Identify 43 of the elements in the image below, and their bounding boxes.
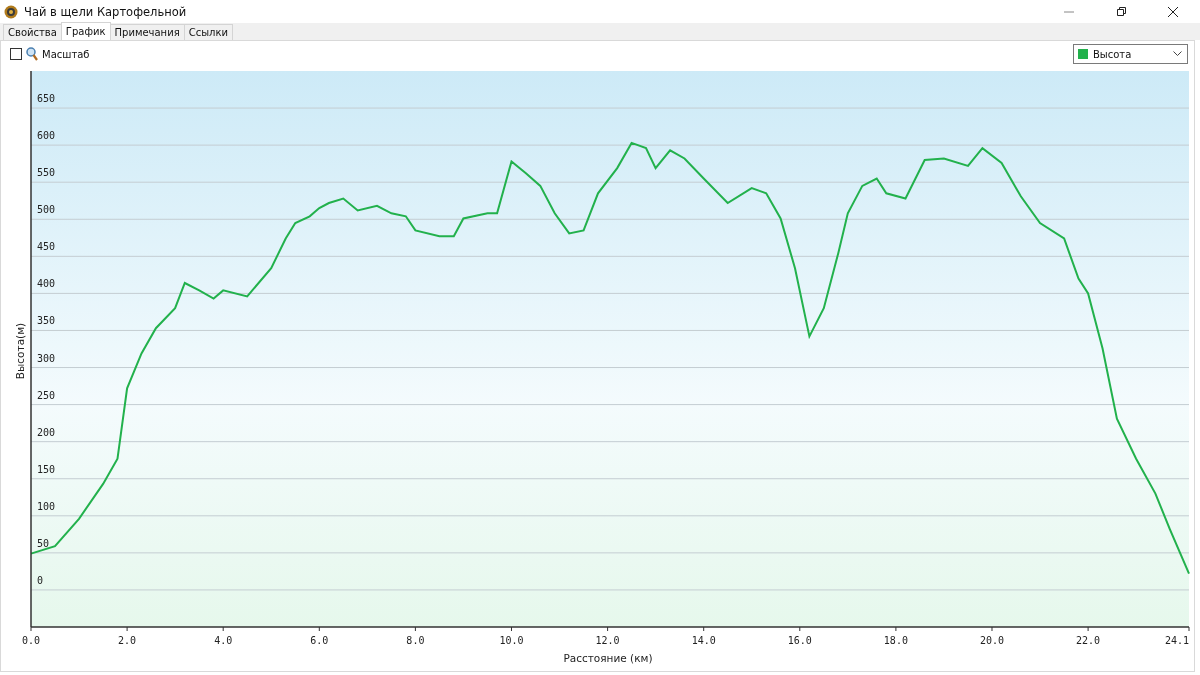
checkbox[interactable] bbox=[10, 48, 22, 60]
dropdown-value: Высота bbox=[1093, 48, 1133, 60]
x-tick-label: 0.0 bbox=[21, 635, 41, 646]
tab[interactable]: График bbox=[60, 22, 111, 40]
y-tick-label: 100 bbox=[37, 500, 56, 512]
x-tick-label: 14.0 bbox=[691, 635, 716, 646]
x-tick-label: 12.0 bbox=[595, 635, 620, 646]
y-tick-label: 550 bbox=[37, 167, 56, 179]
tab[interactable]: Примечания bbox=[109, 24, 185, 40]
x-axis-title: Расстояние (км) bbox=[563, 652, 653, 664]
y-tick-label: 600 bbox=[37, 130, 56, 142]
app-icon bbox=[4, 4, 18, 19]
x-tick-label: 16.0 bbox=[787, 635, 812, 646]
y-tick-label: 150 bbox=[37, 463, 56, 475]
x-tick-label: 8.0 bbox=[406, 635, 425, 646]
y-tick-label: 300 bbox=[37, 352, 56, 364]
y-tick-label: 0 bbox=[37, 574, 44, 586]
y-tick-label: 200 bbox=[37, 426, 56, 438]
x-tick-label: 2.0 bbox=[118, 635, 137, 646]
x-tick-label: 20.0 bbox=[979, 635, 1005, 646]
y-tick-label: 250 bbox=[37, 389, 56, 401]
y-tick-label: 650 bbox=[37, 93, 56, 105]
tab[interactable]: Ссылки bbox=[183, 24, 233, 40]
restore-icon[interactable] bbox=[1115, 5, 1127, 18]
magnifier-icon bbox=[26, 47, 38, 61]
close-icon[interactable] bbox=[1167, 5, 1179, 18]
y-tick-label: 50 bbox=[37, 537, 50, 549]
y-tick-label: 500 bbox=[37, 204, 56, 216]
x-tick-label: 6.0 bbox=[310, 635, 329, 646]
checkbox-label: Масштаб bbox=[42, 48, 90, 60]
x-tick-label: 18.0 bbox=[883, 635, 908, 646]
y-axis-title: Высота(м) bbox=[14, 322, 26, 380]
x-tick-label: 10.0 bbox=[499, 635, 524, 646]
series-dropdown[interactable]: Высота bbox=[1073, 44, 1188, 64]
y-tick-label: 450 bbox=[37, 241, 56, 253]
x-tick-label: 22.0 bbox=[1076, 635, 1101, 646]
window-title: Чай в щели Картофельной bbox=[24, 4, 187, 19]
tab[interactable]: Свойства bbox=[3, 24, 62, 40]
y-tick-label: 400 bbox=[37, 278, 56, 290]
x-tick-label: 24.1 bbox=[1164, 635, 1190, 646]
x-tick-label: 4.0 bbox=[214, 635, 233, 646]
y-tick-label: 350 bbox=[37, 315, 56, 327]
caret-icon bbox=[1173, 51, 1182, 57]
